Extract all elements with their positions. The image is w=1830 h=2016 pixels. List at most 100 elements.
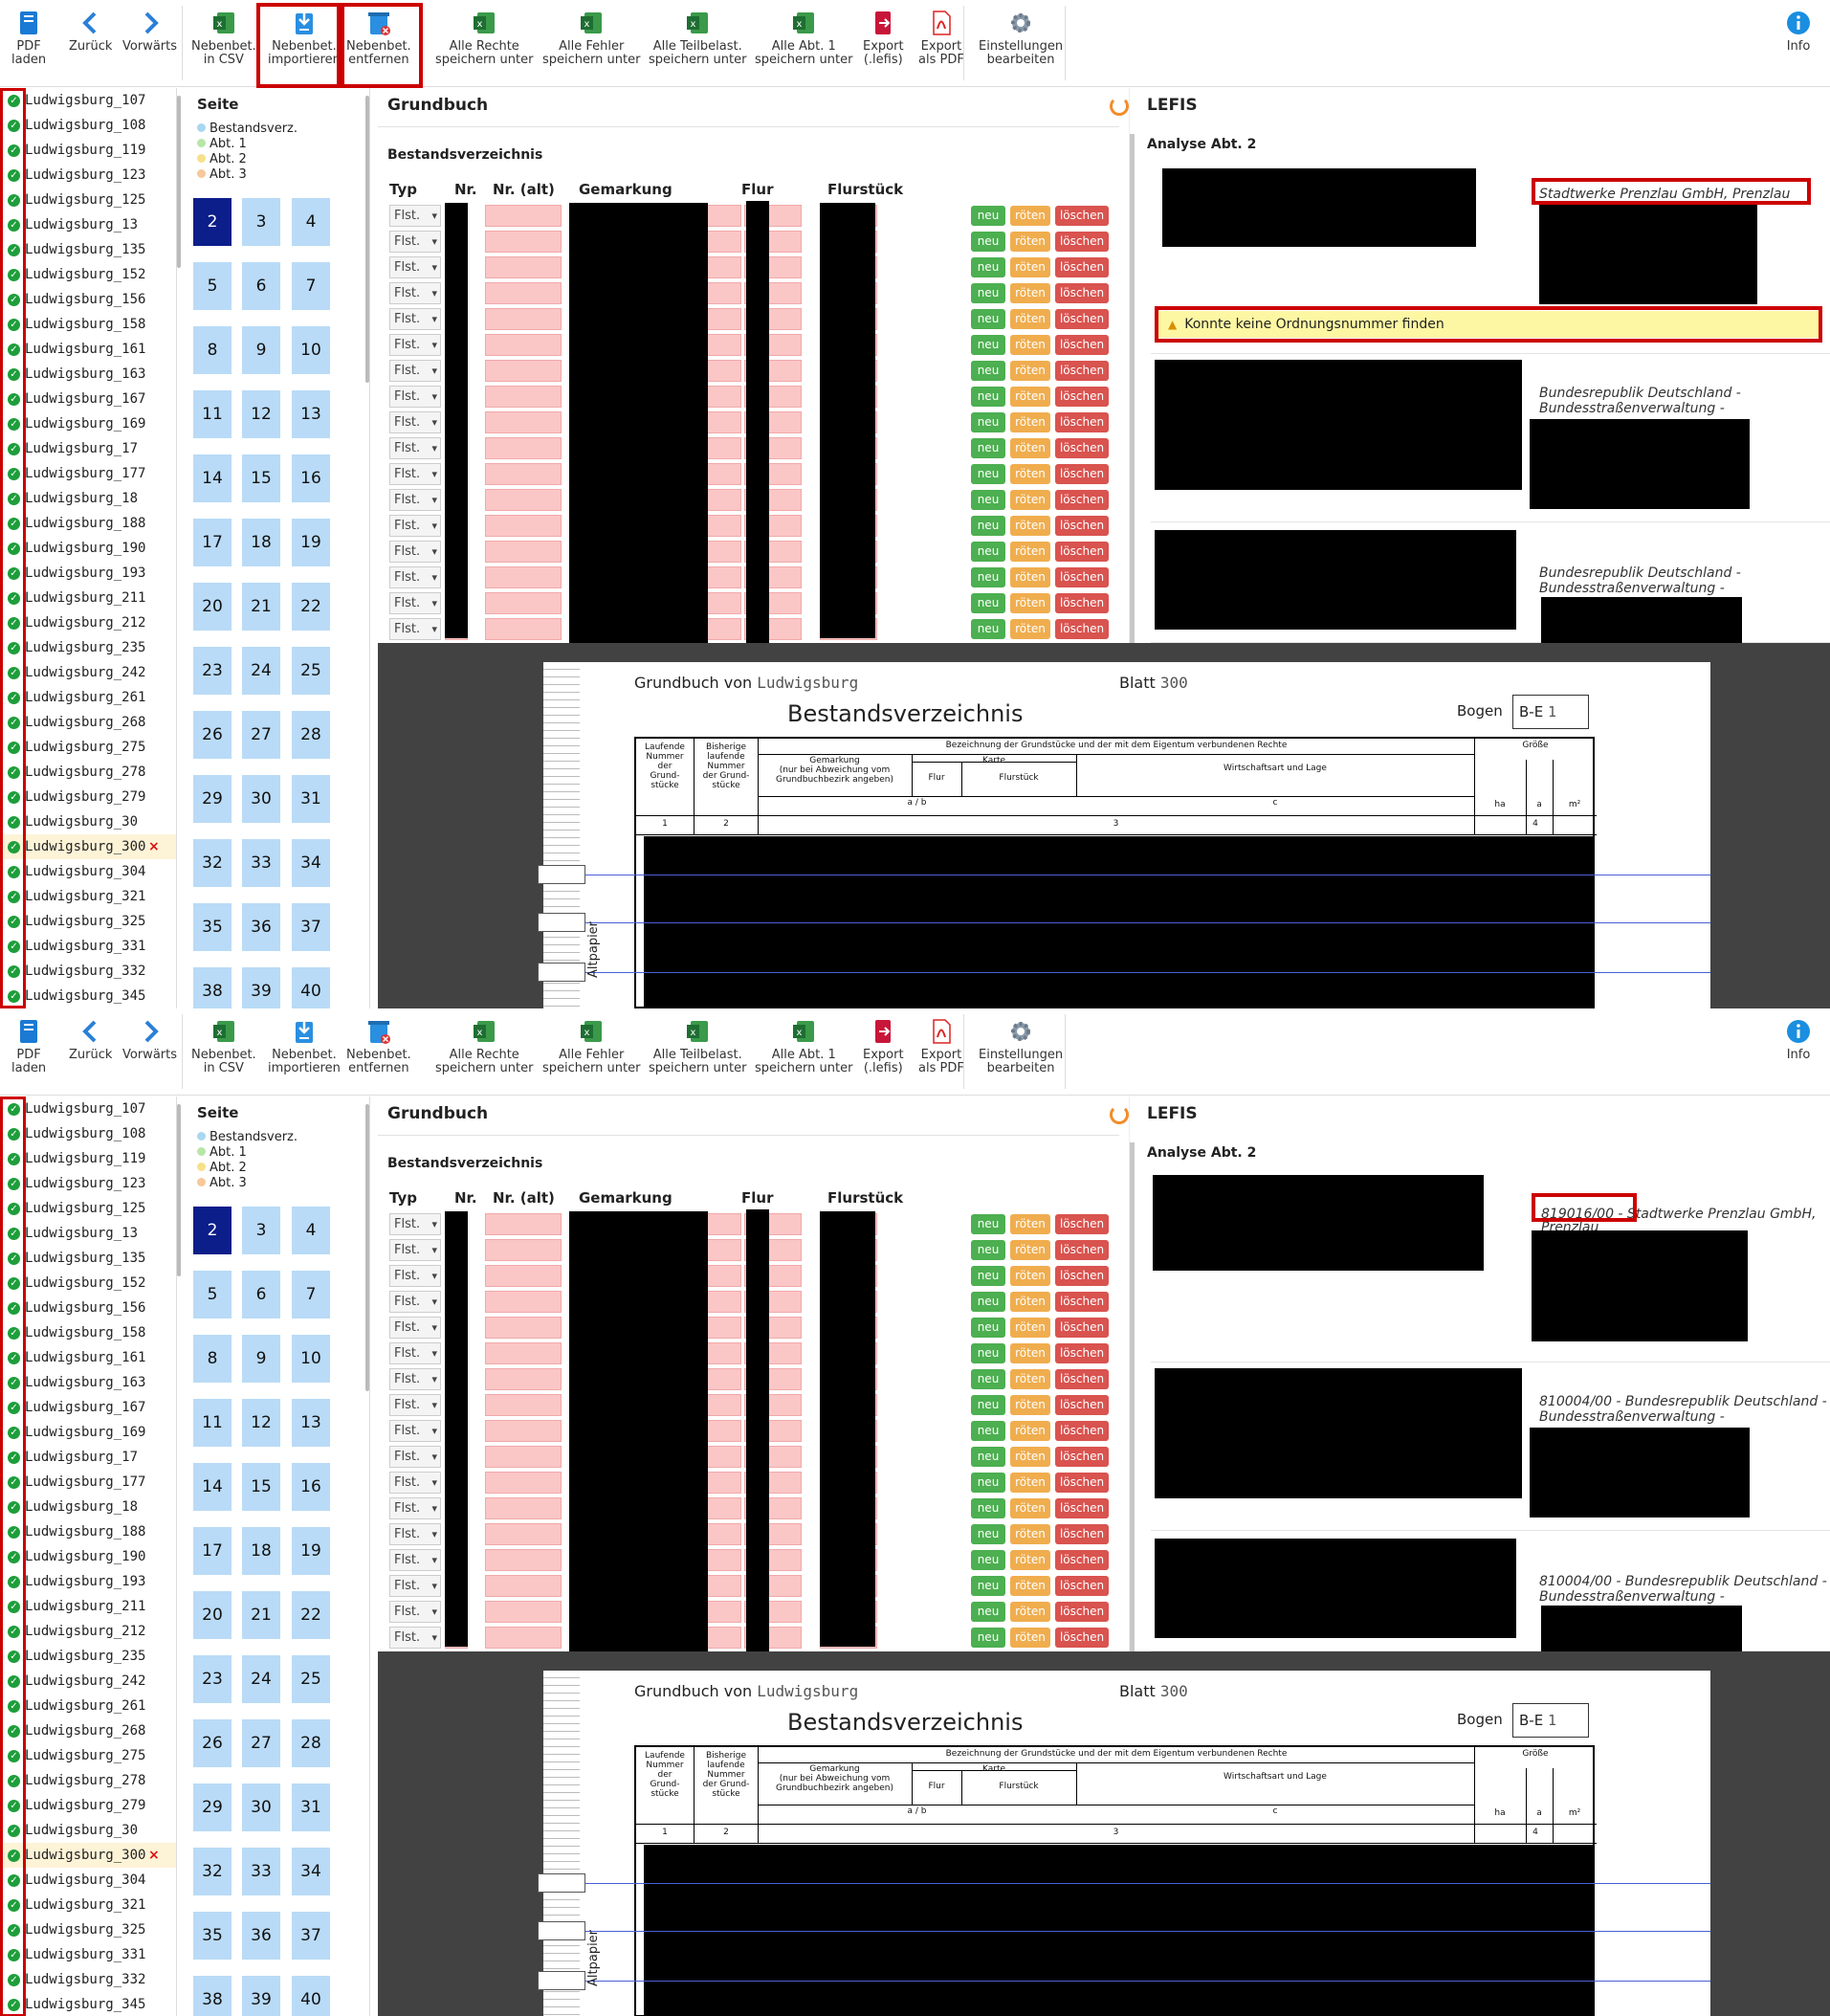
page-button[interactable]: 32 <box>193 839 232 887</box>
type-select[interactable]: Flst. <box>389 411 441 433</box>
cell-input[interactable] <box>485 360 562 382</box>
type-select[interactable]: Flst. <box>389 334 441 356</box>
page-button[interactable]: 23 <box>193 1655 232 1703</box>
export-lefis-button[interactable]: Export (.lefis) <box>863 1018 904 1087</box>
new-button[interactable]: neu <box>971 206 1005 226</box>
new-button[interactable]: neu <box>971 1473 1005 1493</box>
cell-input[interactable] <box>485 411 562 433</box>
file-list-item[interactable]: ✓ Ludwigsburg_158 <box>0 312 176 337</box>
file-list-item[interactable]: ✓ Ludwigsburg_107 <box>0 88 176 113</box>
cell-input[interactable] <box>485 256 562 278</box>
settings-button[interactable]: Einstellungen bearbeiten <box>979 1018 1063 1087</box>
new-button[interactable]: neu <box>971 1266 1005 1286</box>
file-list-item[interactable]: ✓ Ludwigsburg_188 <box>0 511 176 536</box>
export-nebenbet-csv-button[interactable]: x Nebenbet. in CSV <box>191 10 256 78</box>
file-list-item[interactable]: ✓ Ludwigsburg_169 <box>0 411 176 436</box>
redden-button[interactable]: röten <box>1010 232 1050 252</box>
page-button[interactable]: 12 <box>242 1399 280 1447</box>
cell-input[interactable] <box>485 566 562 588</box>
page-button[interactable]: 19 <box>292 1527 330 1575</box>
cell-input[interactable] <box>485 1342 562 1364</box>
type-select[interactable]: Flst. <box>389 1317 441 1339</box>
cell-input[interactable] <box>485 1497 562 1519</box>
delete-button[interactable]: löschen <box>1055 232 1109 252</box>
redden-button[interactable]: röten <box>1010 1602 1050 1622</box>
redden-button[interactable]: röten <box>1010 1498 1050 1518</box>
page-button[interactable]: 38 <box>193 1976 232 2016</box>
page-button[interactable]: 6 <box>242 262 280 310</box>
new-button[interactable]: neu <box>971 412 1005 432</box>
remove-nebenbet-button[interactable]: Nebenbet. entfernen <box>346 1018 411 1087</box>
cell-input[interactable] <box>485 205 562 227</box>
delete-button[interactable]: löschen <box>1055 1292 1109 1312</box>
type-select[interactable]: Flst. <box>389 1601 441 1623</box>
redden-button[interactable]: röten <box>1010 1550 1050 1570</box>
file-list-item[interactable]: ✓ Ludwigsburg_261 <box>0 685 176 710</box>
delete-button[interactable]: löschen <box>1055 516 1109 536</box>
redden-button[interactable]: röten <box>1010 335 1050 355</box>
redden-button[interactable]: röten <box>1010 619 1050 639</box>
file-list-item[interactable]: ✓ Ludwigsburg_108 <box>0 113 176 138</box>
page-button[interactable]: 18 <box>242 519 280 566</box>
delete-button[interactable]: löschen <box>1055 387 1109 407</box>
file-list-item[interactable]: ✓ Ludwigsburg_325 <box>0 1917 176 1942</box>
new-button[interactable]: neu <box>971 542 1005 562</box>
remove-nebenbet-button[interactable]: Nebenbet. entfernen <box>346 10 411 78</box>
file-list-item[interactable]: ✓ Ludwigsburg_167 <box>0 387 176 411</box>
cell-input[interactable] <box>485 1394 562 1416</box>
delete-button[interactable]: löschen <box>1055 619 1109 639</box>
type-select[interactable]: Flst. <box>389 308 441 330</box>
page-button[interactable]: 7 <box>292 262 330 310</box>
file-list-item[interactable]: ✓ Ludwigsburg_190 <box>0 1544 176 1569</box>
file-list-item[interactable]: ✓ Ludwigsburg_242 <box>0 660 176 685</box>
page-button[interactable]: 2 <box>193 1207 232 1254</box>
type-select[interactable]: Flst. <box>389 463 441 485</box>
cell-input[interactable] <box>485 1291 562 1313</box>
redden-button[interactable]: röten <box>1010 1473 1050 1493</box>
type-select[interactable]: Flst. <box>389 437 441 459</box>
new-button[interactable]: neu <box>971 1318 1005 1338</box>
type-select[interactable]: Flst. <box>389 1549 441 1571</box>
page-button[interactable]: 9 <box>242 1335 280 1383</box>
delete-button[interactable]: löschen <box>1055 1318 1109 1338</box>
type-select[interactable]: Flst. <box>389 541 441 563</box>
redden-button[interactable]: röten <box>1010 567 1050 587</box>
page-button[interactable]: 15 <box>242 1463 280 1511</box>
page-button[interactable]: 27 <box>242 1719 280 1767</box>
cell-input[interactable] <box>485 1265 562 1287</box>
redden-button[interactable]: röten <box>1010 1447 1050 1467</box>
type-select[interactable]: Flst. <box>389 1497 441 1519</box>
export-lefis-button[interactable]: Export (.lefis) <box>863 10 904 78</box>
page-button[interactable]: 26 <box>193 711 232 759</box>
file-list-item[interactable]: ✓ Ludwigsburg_321 <box>0 884 176 909</box>
delete-button[interactable]: löschen <box>1055 1550 1109 1570</box>
redden-button[interactable]: röten <box>1010 1318 1050 1338</box>
file-list-scrollbar[interactable] <box>177 1104 181 1276</box>
file-list-item[interactable]: ✓ Ludwigsburg_13 <box>0 1221 176 1246</box>
file-list-item[interactable]: ✓ Ludwigsburg_123 <box>0 163 176 188</box>
page-button[interactable]: 19 <box>292 519 330 566</box>
new-button[interactable]: neu <box>971 1628 1005 1648</box>
cell-input[interactable] <box>485 437 562 459</box>
page-button[interactable]: 24 <box>242 1655 280 1703</box>
file-list-item[interactable]: ✓ Ludwigsburg_278 <box>0 760 176 785</box>
save-all-rights-button[interactable]: x Alle Rechte speichern unter <box>435 1018 533 1087</box>
file-list-item[interactable]: ✓ Ludwigsburg_18 <box>0 486 176 511</box>
file-list-item[interactable]: ✓ Ludwigsburg_331 <box>0 934 176 959</box>
file-list-item[interactable]: ✓ Ludwigsburg_212 <box>0 1619 176 1644</box>
cell-input[interactable] <box>485 308 562 330</box>
page-button[interactable]: 40 <box>292 1976 330 2016</box>
cell-input[interactable] <box>485 1239 562 1261</box>
delete-button[interactable]: löschen <box>1055 593 1109 613</box>
file-list-item[interactable]: ✓ Ludwigsburg_135 <box>0 1246 176 1271</box>
file-list-item[interactable]: ✓ Ludwigsburg_304 <box>0 859 176 884</box>
save-all-errors-button[interactable]: x Alle Fehler speichern unter <box>542 10 640 78</box>
cell-input[interactable] <box>485 618 562 640</box>
type-select[interactable]: Flst. <box>389 489 441 511</box>
delete-button[interactable]: löschen <box>1055 542 1109 562</box>
save-all-abt1-button[interactable]: x Alle Abt. 1 speichern unter <box>755 1018 852 1087</box>
new-button[interactable]: neu <box>971 387 1005 407</box>
page-button[interactable]: 25 <box>292 1655 330 1703</box>
file-list-item[interactable]: ✓ Ludwigsburg_300 × <box>0 1843 176 1868</box>
delete-button[interactable]: löschen <box>1055 567 1109 587</box>
